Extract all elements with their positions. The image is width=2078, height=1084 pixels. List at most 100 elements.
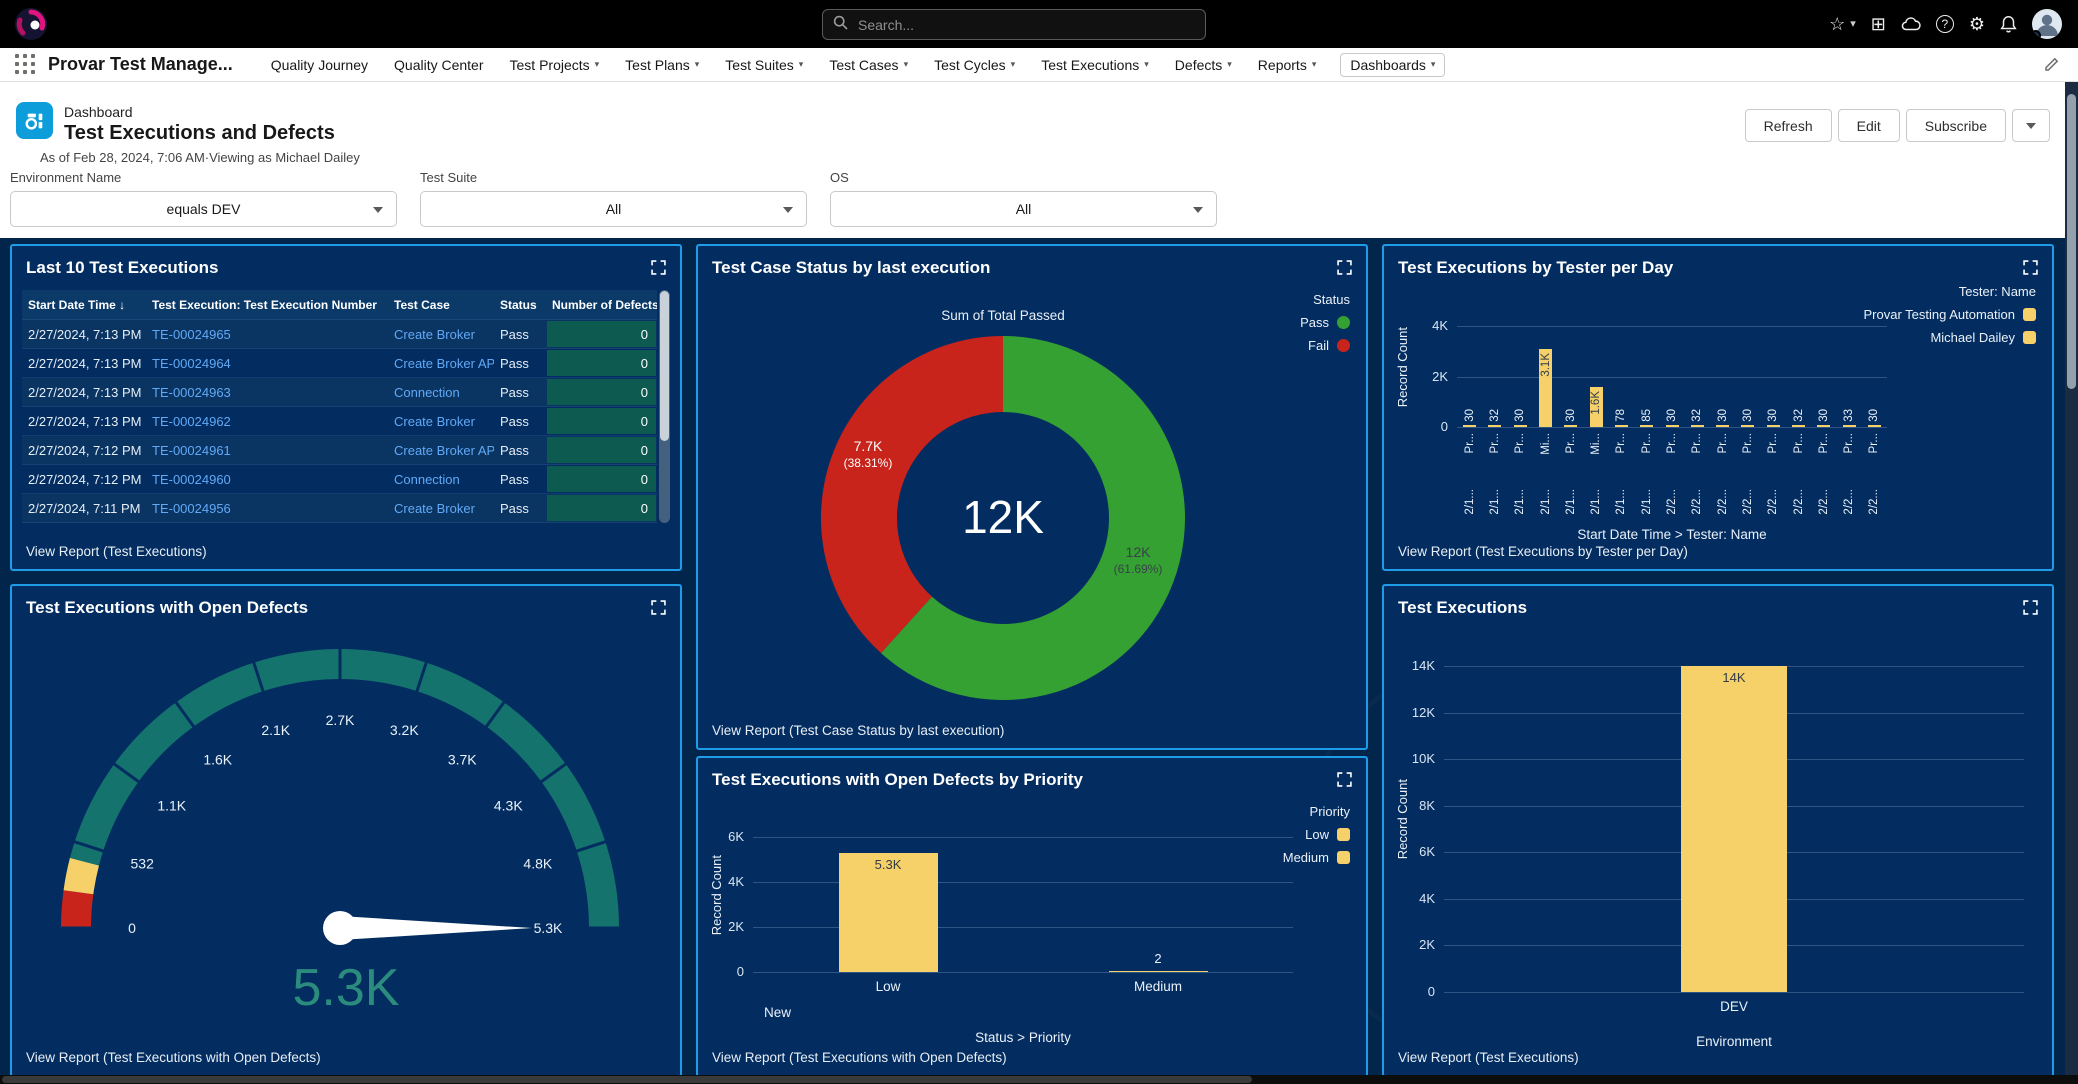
test-case-link[interactable]: Connection [388, 378, 494, 407]
slice-label-pass: 12K(61.69%) [1073, 544, 1203, 578]
nav-item-defects[interactable]: Defects▾ [1173, 54, 1234, 76]
edit-pencil-icon[interactable] [2044, 56, 2060, 77]
table-scrollbar[interactable] [659, 290, 670, 523]
horizontal-scrollbar[interactable] [0, 1075, 2065, 1084]
bar[interactable] [1640, 425, 1653, 427]
test-case-link[interactable]: Create Broker [388, 494, 494, 523]
table-scrollbar-thumb[interactable] [660, 291, 669, 441]
search-input[interactable] [856, 16, 1195, 34]
nav-item-reports[interactable]: Reports▾ [1256, 54, 1319, 76]
view-report-link[interactable]: View Report (Test Executions with Open D… [712, 1050, 1007, 1065]
execution-number-link[interactable]: TE-00024961 [146, 436, 388, 465]
nav-item-test-projects[interactable]: Test Projects▾ [508, 54, 602, 76]
bar[interactable] [1843, 425, 1856, 427]
x-tester-label: Pr... [1488, 433, 1502, 453]
favorites-chevron-down-icon[interactable]: ▾ [1850, 19, 1856, 30]
expand-icon[interactable] [1337, 772, 1352, 798]
subscribe-button[interactable]: Subscribe [1906, 109, 2006, 142]
bar[interactable] [1691, 425, 1704, 427]
nav-item-test-cycles[interactable]: Test Cycles▾ [932, 54, 1017, 76]
execution-number-link[interactable]: TE-00024964 [146, 349, 388, 378]
column-header[interactable]: Test Execution: Test Execution Number [146, 290, 388, 320]
nav-item-test-plans[interactable]: Test Plans▾ [623, 54, 701, 76]
nav-item-test-executions[interactable]: Test Executions▾ [1039, 54, 1151, 76]
refresh-button[interactable]: Refresh [1745, 109, 1832, 142]
column-header[interactable]: Test Case [388, 290, 494, 320]
nav-item-quality-journey[interactable]: Quality Journey [269, 54, 370, 76]
setup-gear-icon[interactable]: ⚙ [1969, 15, 1985, 33]
view-report-link[interactable]: View Report (Test Executions) [26, 544, 207, 559]
bar[interactable] [1488, 425, 1501, 427]
legend-item-provar: Provar Testing Automation [1863, 307, 2036, 322]
gridline [753, 882, 1293, 883]
x-tester-label: Pr... [1564, 433, 1578, 453]
nav-item-test-suites[interactable]: Test Suites▾ [723, 54, 805, 76]
nav-item-dashboards[interactable]: Dashboards▾ [1340, 53, 1445, 77]
nav-item-test-cases[interactable]: Test Cases▾ [827, 54, 910, 76]
column-header[interactable]: Number of Defects [546, 290, 657, 320]
x-date-label: 2/2... [1690, 489, 1704, 515]
more-actions-button[interactable] [2012, 109, 2050, 142]
filter-os[interactable]: All [830, 191, 1217, 227]
column-header[interactable]: Status [494, 290, 546, 320]
bar[interactable] [1741, 425, 1754, 427]
avatar[interactable] [2032, 9, 2062, 39]
bar[interactable] [1767, 425, 1780, 427]
test-case-link[interactable]: Connection [388, 465, 494, 494]
bar[interactable] [1514, 425, 1527, 427]
execution-number-link[interactable]: TE-00024956 [146, 494, 388, 523]
bar[interactable] [1463, 425, 1476, 427]
legend-title: Priority [1310, 804, 1350, 819]
test-case-link[interactable]: Create Broker API [388, 436, 494, 465]
bar[interactable] [1666, 425, 1679, 427]
expand-icon[interactable] [2023, 600, 2038, 626]
bar[interactable] [1615, 425, 1628, 427]
view-report-link[interactable]: View Report (Test Executions with Open D… [26, 1050, 321, 1065]
table-row: 2/27/2024, 7:12 PMTE-00024961Create Brok… [22, 436, 657, 465]
provar-logo[interactable] [14, 7, 48, 41]
favorites-star-icon[interactable]: ☆ [1829, 15, 1845, 33]
execution-number-link[interactable]: TE-00024962 [146, 407, 388, 436]
apps-plus-icon[interactable]: ⊞ [1871, 15, 1886, 33]
view-report-link[interactable]: View Report (Test Case Status by last ex… [712, 723, 1004, 738]
edit-button[interactable]: Edit [1838, 109, 1900, 142]
nav-list: Quality Journey Quality Center Test Projec… [269, 53, 2064, 77]
execution-number-link[interactable]: TE-00024963 [146, 378, 388, 407]
bar[interactable] [1868, 425, 1881, 427]
nav-item-label: Reports [1258, 57, 1307, 73]
execution-number-link[interactable]: TE-00024960 [146, 465, 388, 494]
cloud-icon[interactable] [1901, 16, 1921, 32]
table-cell: Pass [494, 349, 546, 378]
notifications-bell-icon[interactable] [2000, 15, 2017, 33]
test-case-link[interactable]: Create Broker [388, 320, 494, 349]
test-case-link[interactable]: Create Broker API [388, 349, 494, 378]
test-case-link[interactable]: Create Broker [388, 407, 494, 436]
help-icon[interactable]: ? [1936, 15, 1954, 33]
horizontal-scrollbar-thumb[interactable] [2, 1076, 1252, 1083]
bar-value-label: 30 [1716, 409, 1730, 422]
view-report-link[interactable]: View Report (Test Executions) [1398, 1050, 1579, 1065]
filter-test-suite[interactable]: All [420, 191, 807, 227]
widget-title: Test Executions with Open Defects [26, 598, 308, 626]
bar-medium[interactable] [1109, 971, 1208, 972]
app-launcher-icon[interactable] [14, 54, 38, 76]
bar[interactable] [1792, 425, 1805, 427]
gauge-tick-label: 1.1K [157, 798, 186, 814]
header-actions: Refresh Edit Subscribe [1745, 109, 2050, 142]
nav-item-quality-center[interactable]: Quality Center [392, 54, 485, 76]
bar-dev[interactable] [1681, 666, 1787, 992]
bar[interactable] [1716, 425, 1729, 427]
bar[interactable] [1817, 425, 1830, 427]
execution-number-link[interactable]: TE-00024965 [146, 320, 388, 349]
bar[interactable] [1564, 425, 1577, 427]
expand-icon[interactable] [651, 260, 666, 286]
expand-icon[interactable] [1337, 260, 1352, 286]
view-report-link[interactable]: View Report (Test Executions by Tester p… [1398, 544, 1688, 559]
filter-environment-name[interactable]: equals DEV [10, 191, 397, 227]
vertical-scrollbar-thumb[interactable] [2067, 94, 2076, 389]
expand-icon[interactable] [2023, 260, 2038, 286]
column-header[interactable]: Start Date Time ↓ [22, 290, 146, 320]
global-search[interactable] [822, 9, 1206, 40]
vertical-scrollbar[interactable] [2065, 82, 2078, 1075]
expand-icon[interactable] [651, 600, 666, 626]
